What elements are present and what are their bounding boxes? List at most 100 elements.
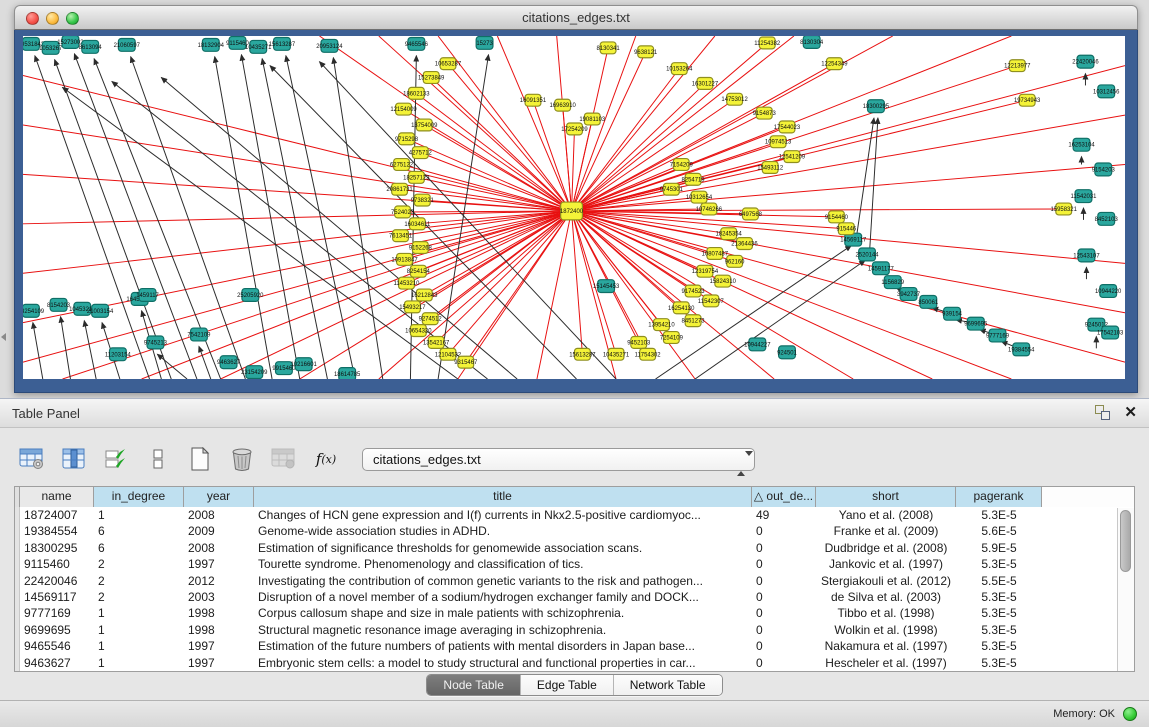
cell-out_degree[interactable]: 0 bbox=[752, 655, 816, 671]
cell-in_degree[interactable]: 2 bbox=[94, 573, 184, 589]
cell-title[interactable]: Estimation of the future numbers of pati… bbox=[254, 638, 752, 654]
float-panel-icon[interactable] bbox=[1095, 405, 1110, 420]
cell-short[interactable]: Yano et al. (2008) bbox=[816, 507, 956, 523]
table-row[interactable]: 1456911722003Disruption of a novel membe… bbox=[15, 589, 1134, 605]
cell-pagerank[interactable]: 5.3E-5 bbox=[956, 507, 1042, 523]
table-select-dropdown[interactable]: citations_edges.txt bbox=[362, 448, 755, 471]
tab-edge-table[interactable]: Edge Table bbox=[521, 675, 614, 695]
cell-in_degree[interactable]: 1 bbox=[94, 507, 184, 523]
cell-name[interactable]: 9463627 bbox=[20, 655, 94, 671]
citation-edge[interactable] bbox=[533, 100, 572, 211]
column-header-pagerank[interactable]: pagerank bbox=[956, 487, 1042, 507]
table-row[interactable]: 1830029562008Estimation of significance … bbox=[15, 540, 1134, 556]
column-header-short[interactable]: short bbox=[816, 487, 956, 507]
cell-out_degree[interactable]: 0 bbox=[752, 638, 816, 654]
cell-year[interactable]: 1997 bbox=[184, 556, 254, 572]
table-row[interactable]: 946554611997Estimation of the future num… bbox=[15, 638, 1134, 654]
citation-edge[interactable] bbox=[131, 57, 246, 379]
cell-year[interactable]: 1997 bbox=[184, 638, 254, 654]
cell-short[interactable]: Hescheler et al. (1997) bbox=[816, 655, 956, 671]
cell-out_degree[interactable]: 0 bbox=[752, 605, 816, 621]
cell-out_degree[interactable]: 0 bbox=[752, 573, 816, 589]
cell-year[interactable]: 2009 bbox=[184, 523, 254, 539]
cell-year[interactable]: 2003 bbox=[184, 589, 254, 605]
window-titlebar[interactable]: citations_edges.txt bbox=[14, 5, 1138, 30]
cell-in_degree[interactable]: 1 bbox=[94, 605, 184, 621]
cell-name[interactable]: 18300295 bbox=[20, 540, 94, 556]
cell-name[interactable]: 9777169 bbox=[20, 605, 94, 621]
column-header-title[interactable]: title bbox=[254, 487, 752, 507]
citation-edge[interactable] bbox=[199, 346, 211, 379]
cell-pagerank[interactable]: 5.6E-5 bbox=[956, 523, 1042, 539]
cell-short[interactable]: Stergiakouli et al. (2012) bbox=[816, 573, 956, 589]
cell-year[interactable]: 2008 bbox=[184, 507, 254, 523]
select-column-button[interactable] bbox=[60, 445, 88, 473]
table-settings-button[interactable] bbox=[18, 445, 46, 473]
cell-in_degree[interactable]: 2 bbox=[94, 589, 184, 605]
network-canvas[interactable]: 2053184210532671527300286130942106059718… bbox=[23, 36, 1125, 379]
table-row[interactable]: 1872400712008Changes of HCN gene express… bbox=[15, 507, 1134, 523]
show-columns-button[interactable] bbox=[102, 445, 130, 473]
table-scrollbar[interactable] bbox=[1117, 508, 1134, 671]
citation-edge[interactable] bbox=[161, 78, 517, 379]
cell-pagerank[interactable]: 5.9E-5 bbox=[956, 540, 1042, 556]
table-row[interactable]: 977716911998Corpus callosum shape and si… bbox=[15, 605, 1134, 621]
cell-pagerank[interactable]: 5.3E-5 bbox=[956, 655, 1042, 671]
citation-edge[interactable] bbox=[157, 354, 187, 379]
column-header-name[interactable]: name bbox=[20, 487, 94, 507]
cell-name[interactable]: 22420046 bbox=[20, 573, 94, 589]
row-height-button[interactable] bbox=[144, 445, 172, 473]
citation-edge[interactable] bbox=[241, 55, 299, 379]
cell-pagerank[interactable]: 5.3E-5 bbox=[956, 638, 1042, 654]
cell-out_degree[interactable]: 49 bbox=[752, 507, 816, 523]
cell-in_degree[interactable]: 6 bbox=[94, 523, 184, 539]
cell-pagerank[interactable]: 5.3E-5 bbox=[956, 622, 1042, 638]
cell-pagerank[interactable]: 5.3E-5 bbox=[956, 589, 1042, 605]
citation-edge[interactable] bbox=[572, 66, 1018, 211]
citation-edge[interactable] bbox=[563, 105, 572, 211]
cell-title[interactable]: Estimation of significance thresholds fo… bbox=[254, 540, 752, 556]
cell-pagerank[interactable]: 5.5E-5 bbox=[956, 573, 1042, 589]
citation-edge[interactable] bbox=[418, 211, 571, 331]
table-row[interactable]: 911546021997Tourette syndrome. Phenomeno… bbox=[15, 556, 1134, 572]
cell-title[interactable]: Corpus callosum shape and size in male p… bbox=[254, 605, 752, 621]
cell-in_degree[interactable]: 6 bbox=[94, 540, 184, 556]
cell-short[interactable]: Dudbridge et al. (2008) bbox=[816, 540, 956, 556]
cell-title[interactable]: Investigating the contribution of common… bbox=[254, 573, 752, 589]
cell-name[interactable]: 9699695 bbox=[20, 622, 94, 638]
memory-ok-icon[interactable] bbox=[1123, 707, 1137, 721]
cell-short[interactable]: de Silva et al. (2003) bbox=[816, 589, 956, 605]
cell-title[interactable]: Structural magnetic resonance image aver… bbox=[254, 622, 752, 638]
column-header-out_degree[interactable]: △ out_de... bbox=[752, 487, 816, 507]
cell-name[interactable]: 18724007 bbox=[20, 507, 94, 523]
citation-edge[interactable] bbox=[431, 78, 571, 211]
cell-in_degree[interactable]: 1 bbox=[94, 655, 184, 671]
cell-year[interactable]: 1998 bbox=[184, 622, 254, 638]
cell-short[interactable]: Nakamura et al. (1997) bbox=[816, 638, 956, 654]
cell-short[interactable]: Jankovic et al. (1997) bbox=[816, 556, 956, 572]
cell-name[interactable]: 19384554 bbox=[20, 523, 94, 539]
cell-in_degree[interactable]: 1 bbox=[94, 638, 184, 654]
citation-edge[interactable] bbox=[448, 64, 572, 211]
cell-short[interactable]: Franke et al. (2009) bbox=[816, 523, 956, 539]
citation-edge[interactable] bbox=[333, 58, 382, 379]
cell-out_degree[interactable]: 0 bbox=[752, 540, 816, 556]
cell-title[interactable]: Disruption of a novel member of a sodium… bbox=[254, 589, 752, 605]
table-row[interactable]: 1938455462009Genome-wide association stu… bbox=[15, 523, 1134, 539]
cell-name[interactable]: 9115460 bbox=[20, 556, 94, 572]
cell-short[interactable]: Wolkin et al. (1998) bbox=[816, 622, 956, 638]
table-row[interactable]: 946362711997Embryonic stem cells: a mode… bbox=[15, 655, 1134, 671]
cell-name[interactable]: 14569117 bbox=[20, 589, 94, 605]
cell-in_degree[interactable]: 2 bbox=[94, 556, 184, 572]
new-table-button[interactable] bbox=[186, 445, 214, 473]
cell-out_degree[interactable]: 0 bbox=[752, 622, 816, 638]
cell-title[interactable]: Changes of HCN gene expression and I(f) … bbox=[254, 507, 752, 523]
collapse-panel-icon[interactable] bbox=[1, 333, 6, 341]
citation-edge[interactable] bbox=[35, 56, 150, 379]
tab-network-table[interactable]: Network Table bbox=[614, 675, 722, 695]
cell-pagerank[interactable]: 5.3E-5 bbox=[956, 556, 1042, 572]
citation-edge[interactable] bbox=[74, 54, 197, 379]
table-row[interactable]: 969969511998Structural magnetic resonanc… bbox=[15, 622, 1134, 638]
citation-edge[interactable] bbox=[33, 323, 43, 379]
cell-title[interactable]: Genome-wide association studies in ADHD. bbox=[254, 523, 752, 539]
